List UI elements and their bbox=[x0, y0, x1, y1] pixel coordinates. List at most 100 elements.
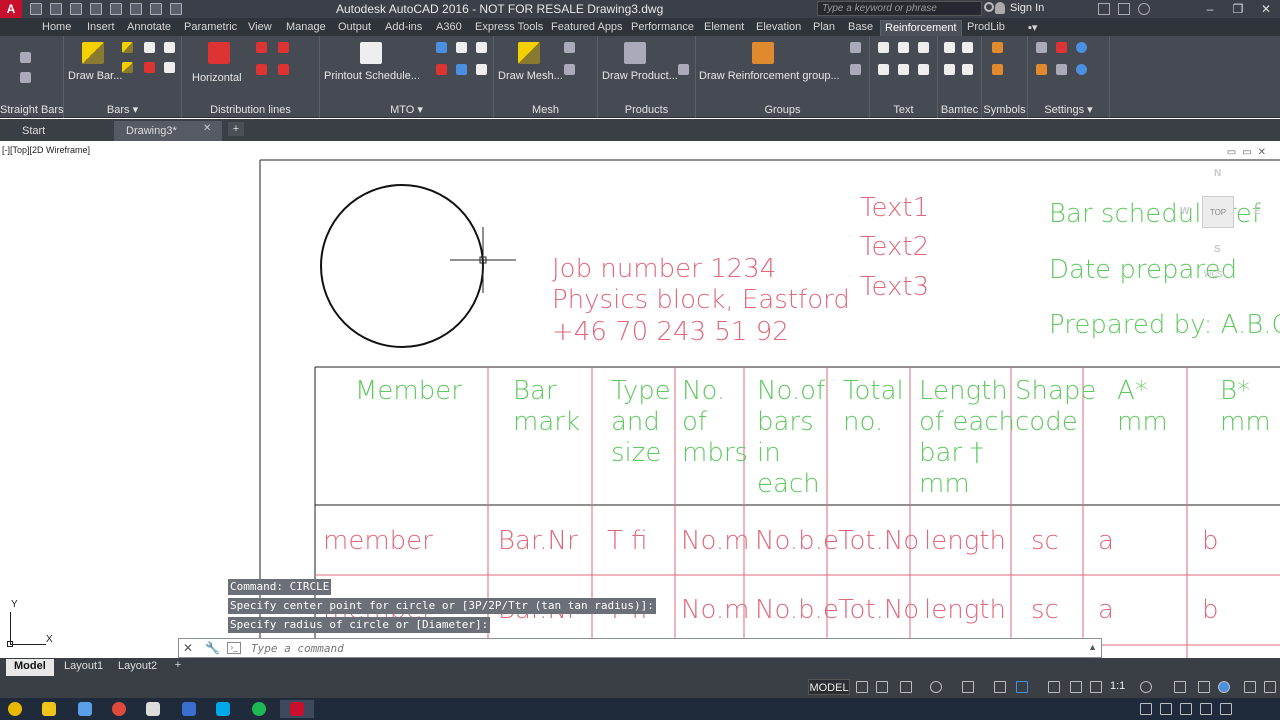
connect-icon[interactable] bbox=[1118, 3, 1130, 15]
taskbar-app[interactable] bbox=[32, 700, 66, 718]
viewcube-north[interactable]: N bbox=[1214, 168, 1221, 179]
network-icon[interactable] bbox=[1200, 703, 1212, 715]
straight-bar-options-icon[interactable] bbox=[20, 72, 31, 83]
mto-tool-icon[interactable] bbox=[456, 64, 467, 75]
new-file-icon[interactable] bbox=[30, 3, 42, 15]
hardware-acceleration-icon[interactable] bbox=[1218, 681, 1230, 693]
tab-prodlib[interactable]: ProdLib bbox=[963, 20, 1009, 36]
bar-tool-icon[interactable] bbox=[164, 62, 175, 73]
taskbar-app[interactable] bbox=[102, 700, 136, 718]
mto-tool-icon[interactable] bbox=[456, 42, 467, 53]
customization-icon[interactable] bbox=[1264, 681, 1276, 693]
symbol-tool-icon[interactable] bbox=[992, 64, 1003, 75]
bar-tool-icon[interactable] bbox=[164, 42, 175, 53]
tab-model[interactable]: Model bbox=[6, 659, 54, 676]
selection-cycling-icon[interactable] bbox=[1016, 681, 1028, 693]
wcs-menu[interactable]: WCS bbox=[1204, 270, 1223, 279]
tab-insert[interactable]: Insert bbox=[83, 20, 119, 36]
tab-element[interactable]: Element bbox=[700, 20, 748, 36]
bar-tool-icon[interactable] bbox=[144, 42, 155, 53]
help-icon[interactable] bbox=[1138, 3, 1150, 15]
bar-tool-icon[interactable] bbox=[122, 62, 133, 73]
model-space-toggle[interactable]: MODEL bbox=[808, 679, 850, 695]
help-icon[interactable] bbox=[1076, 42, 1087, 53]
tab-annotate[interactable]: Annotate bbox=[123, 20, 175, 36]
tab-a360[interactable]: A360 bbox=[432, 20, 466, 36]
tray-icon[interactable] bbox=[1160, 703, 1172, 715]
start-button[interactable] bbox=[0, 700, 30, 718]
bar-tool-icon[interactable] bbox=[144, 62, 155, 73]
draw-mesh-button[interactable]: Draw Mesh... bbox=[498, 70, 563, 82]
symbol-tool-icon[interactable] bbox=[992, 42, 1003, 53]
tab-output[interactable]: Output bbox=[334, 20, 375, 36]
text-tool-icon[interactable] bbox=[898, 42, 909, 53]
new-layout-button[interactable]: + bbox=[170, 659, 186, 674]
text-tool-icon[interactable] bbox=[898, 64, 909, 75]
osnap-icon[interactable] bbox=[962, 681, 974, 693]
tab-view[interactable]: View bbox=[244, 20, 276, 36]
viewcube-west[interactable]: W bbox=[1180, 206, 1189, 217]
group-label[interactable]: Bars ▾ bbox=[64, 103, 181, 116]
annotation-visibility-icon[interactable] bbox=[1048, 681, 1060, 693]
bar-tool-icon[interactable] bbox=[122, 42, 133, 53]
mesh-tool-icon[interactable] bbox=[564, 42, 575, 53]
minimize-icon[interactable]: – bbox=[1196, 0, 1224, 18]
wrench-icon[interactable]: 🔧 bbox=[205, 641, 220, 655]
bamtec-tool-icon[interactable] bbox=[944, 64, 955, 75]
bamtec-tool-icon[interactable] bbox=[944, 42, 955, 53]
maximize-icon[interactable]: ❐ bbox=[1224, 0, 1252, 18]
info-icon[interactable] bbox=[1076, 64, 1087, 75]
mto-tool-icon[interactable] bbox=[436, 64, 447, 75]
tab-reinforcement[interactable]: Reinforcement bbox=[880, 20, 962, 36]
annotation-scale-icon[interactable] bbox=[1090, 681, 1102, 693]
plus-icon[interactable] bbox=[1174, 681, 1186, 693]
taskbar-app[interactable] bbox=[136, 700, 170, 718]
volume-icon[interactable] bbox=[1220, 703, 1232, 715]
taskbar-app[interactable] bbox=[68, 700, 102, 718]
grid-icon[interactable] bbox=[856, 681, 868, 693]
search-icon[interactable] bbox=[984, 2, 994, 12]
printout-schedule-button[interactable]: Printout Schedule... bbox=[324, 70, 420, 82]
taskbar-app[interactable] bbox=[242, 700, 276, 718]
open-file-icon[interactable] bbox=[50, 3, 62, 15]
otrack-icon[interactable] bbox=[994, 681, 1006, 693]
isolate-objects-icon[interactable] bbox=[1198, 681, 1210, 693]
chevron-up-icon[interactable]: ▲ bbox=[1088, 642, 1097, 652]
ortho-icon[interactable] bbox=[900, 681, 912, 693]
viewcube-east[interactable]: E bbox=[1254, 206, 1261, 217]
gear-icon[interactable] bbox=[1140, 681, 1152, 693]
mto-tool-icon[interactable] bbox=[476, 64, 487, 75]
distribution-tool-icon[interactable] bbox=[278, 64, 289, 75]
close-icon[interactable]: ✕ bbox=[1252, 0, 1280, 18]
mesh-tool-icon[interactable] bbox=[564, 64, 575, 75]
viewcube[interactable]: N S E W TOP WCS bbox=[1180, 166, 1261, 286]
taskbar-app[interactable] bbox=[172, 700, 206, 718]
text-tool-icon[interactable] bbox=[878, 42, 889, 53]
tab-parametric[interactable]: Parametric bbox=[180, 20, 241, 36]
group-label[interactable]: MTO ▾ bbox=[320, 103, 493, 116]
save-as-icon[interactable] bbox=[90, 3, 102, 15]
tab-elevation[interactable]: Elevation bbox=[752, 20, 805, 36]
tray-icon[interactable] bbox=[1180, 703, 1192, 715]
tab-featured-apps[interactable]: Featured Apps bbox=[547, 20, 627, 36]
save-icon[interactable] bbox=[70, 3, 82, 15]
viewcube-south[interactable]: S bbox=[1214, 244, 1221, 255]
command-input[interactable] bbox=[251, 640, 1071, 656]
distribution-tool-icon[interactable] bbox=[278, 42, 289, 53]
settings-tool-icon[interactable] bbox=[1056, 42, 1067, 53]
mto-tool-icon[interactable] bbox=[476, 42, 487, 53]
polar-icon[interactable] bbox=[930, 681, 942, 693]
tab-manage[interactable]: Manage bbox=[282, 20, 330, 36]
exchange-apps-icon[interactable] bbox=[1098, 3, 1110, 15]
customize-qat-icon[interactable] bbox=[170, 3, 182, 15]
group-tool-icon[interactable] bbox=[850, 42, 861, 53]
tab-performance[interactable]: Performance bbox=[627, 20, 698, 36]
new-tab-button[interactable]: + bbox=[228, 122, 244, 136]
taskbar-app-autocad[interactable] bbox=[280, 700, 314, 718]
snap-icon[interactable] bbox=[876, 681, 888, 693]
print-icon[interactable] bbox=[110, 3, 122, 15]
distribution-tool-icon[interactable] bbox=[256, 64, 267, 75]
product-tool-icon[interactable] bbox=[678, 64, 689, 75]
draw-bar-button[interactable]: Draw Bar... bbox=[68, 70, 122, 82]
tab-home[interactable]: Home bbox=[38, 20, 75, 36]
